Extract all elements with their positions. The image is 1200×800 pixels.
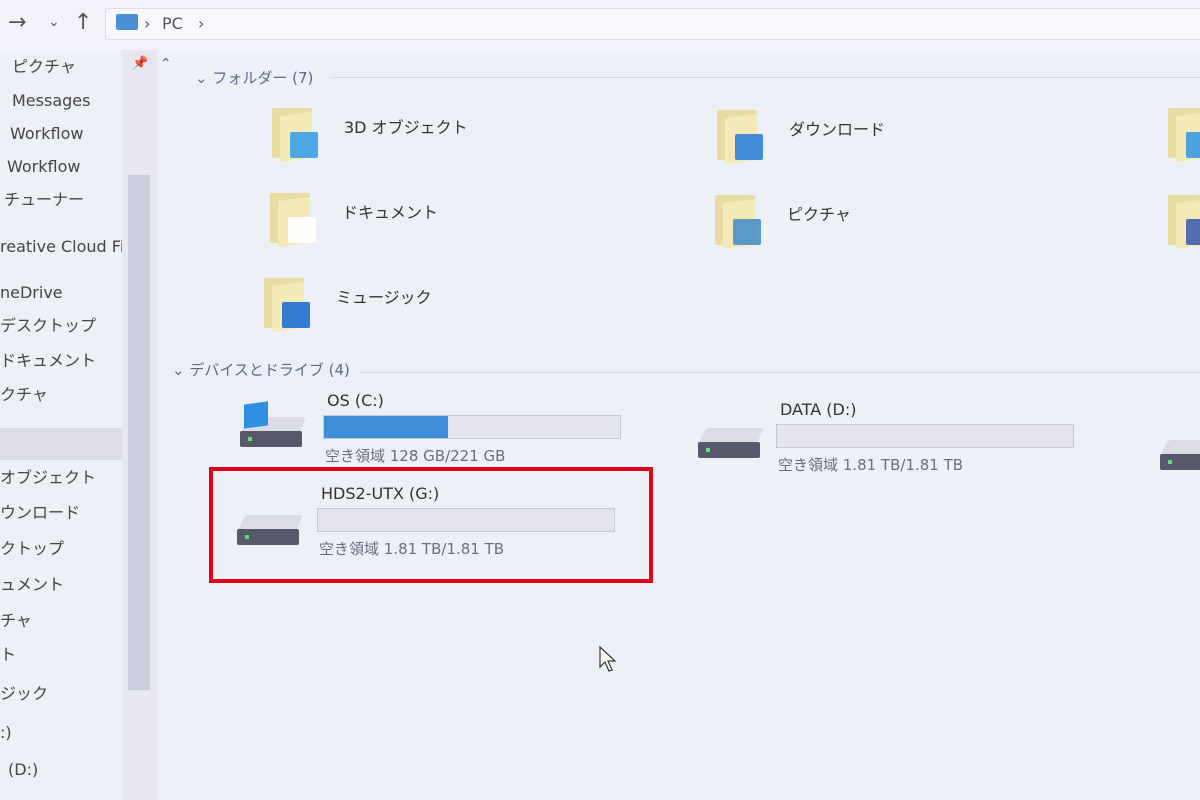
sidebar-item[interactable]: ジック [0, 679, 48, 709]
folders-header-label: フォルダー (7) [212, 69, 314, 87]
divider [360, 372, 1200, 373]
breadcrumb-separator: › [144, 14, 151, 33]
highlight-box [209, 467, 653, 583]
sidebar-item-selected[interactable] [0, 428, 122, 460]
sidebar-item[interactable]: ピクチャ [12, 52, 76, 82]
sidebar-item[interactable]: Workflow [10, 119, 83, 149]
folder-item[interactable]: ドキュメント [270, 193, 438, 248]
sidebar-item[interactable]: :) [0, 718, 12, 748]
sidebar-item[interactable]: ュメント [0, 570, 64, 600]
pin-icon: 📌 [132, 56, 149, 71]
address-bar[interactable]: › PC › [105, 8, 1200, 40]
recent-dropdown[interactable]: ⌄ [48, 14, 60, 30]
folder-item[interactable]: ダウンロード [717, 110, 885, 165]
folder-name: 3D オブジェクト [344, 118, 468, 137]
sidebar-item[interactable]: チャ [0, 606, 32, 636]
drive-free-space: 空き領域 1.81 TB/1.81 TB [778, 456, 964, 474]
sidebar-item[interactable]: ウンロード [0, 498, 80, 528]
drives-section-header[interactable]: ⌄ デバイスとドライブ (4) [172, 359, 350, 380]
drive-free-space: 空き領域 128 GB/221 GB [325, 447, 506, 465]
documents-folder-icon [270, 193, 316, 248]
folder-name: ダウンロード [789, 120, 886, 139]
breadcrumb-separator: › [198, 14, 205, 33]
drive-usage-bar [323, 415, 621, 439]
folder-name: ピクチャ [787, 205, 851, 224]
windows-drive-icon [239, 401, 307, 451]
download-folder-icon [717, 110, 763, 165]
music-folder-icon [264, 278, 310, 333]
sidebar-item[interactable]: Workflow [7, 152, 80, 182]
sidebar-item[interactable]: ドキュメント [0, 346, 96, 376]
folder-name: ドキュメント [342, 203, 439, 222]
scroll-up-icon[interactable]: ⌃ [160, 56, 172, 72]
sidebar-item[interactable]: Messages [12, 86, 90, 116]
sidebar-item[interactable]: (D:) [8, 755, 38, 785]
folder-item[interactable]: 3D オブジェクト [272, 108, 468, 163]
drive-icon-partial[interactable] [1159, 440, 1200, 474]
folders-section-header[interactable]: ⌄ フォルダー (7) [195, 67, 313, 88]
sidebar-item[interactable]: チューナー [4, 185, 84, 215]
desktop-folder-icon [1168, 108, 1200, 163]
drive-name: OS (C:) [327, 391, 384, 410]
navigation-bar: → ⌄ ↑ › PC › [0, 0, 1200, 50]
3d-objects-folder-icon [272, 108, 318, 163]
divider [330, 77, 1200, 78]
folder-name: ミュージック [336, 288, 432, 307]
videos-folder-icon [1168, 195, 1200, 250]
drive-usage-bar [776, 424, 1074, 448]
folder-item[interactable] [1168, 108, 1200, 163]
pictures-folder-icon [715, 195, 761, 250]
folder-item[interactable] [1168, 195, 1200, 250]
drives-header-label: デバイスとドライブ (4) [189, 361, 350, 379]
folder-item[interactable]: ピクチャ [715, 195, 851, 250]
pc-icon [116, 14, 138, 30]
sidebar-item[interactable]: reative Cloud File [0, 232, 139, 262]
sidebar-item[interactable]: オブジェクト [0, 463, 96, 493]
up-button[interactable]: ↑ [74, 10, 92, 35]
sidebar-item[interactable]: ト [0, 640, 16, 670]
folder-item[interactable]: ミュージック [264, 278, 432, 333]
scrollbar-thumb[interactable] [128, 175, 150, 690]
sidebar-item[interactable]: クトップ [0, 534, 64, 564]
sidebar-item[interactable]: デスクトップ [0, 311, 96, 341]
sidebar-item[interactable]: neDrive [0, 278, 63, 308]
hard-drive-icon [697, 428, 765, 462]
forward-button[interactable]: → [8, 10, 26, 35]
sidebar-item[interactable]: クチャ [0, 380, 48, 410]
mouse-cursor-icon [599, 645, 617, 672]
drive-name: DATA (D:) [780, 400, 857, 419]
breadcrumb-pc[interactable]: PC [162, 14, 183, 33]
